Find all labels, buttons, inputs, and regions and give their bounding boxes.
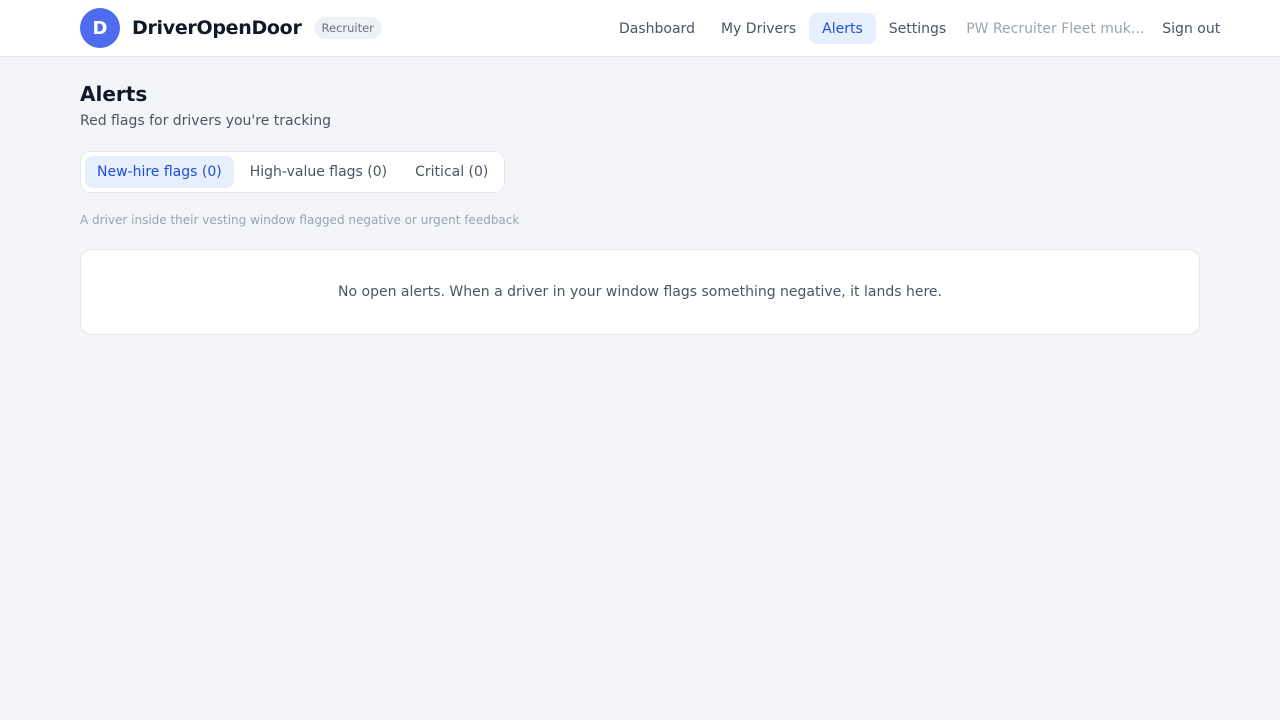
current-user-label: PW Recruiter Fleet muk... <box>966 20 1145 37</box>
nav-item-alerts[interactable]: Alerts <box>809 13 876 44</box>
tab-description: A driver inside their vesting window fla… <box>80 213 520 227</box>
logo-avatar: D <box>80 8 120 48</box>
tab-critical[interactable]: Critical (0) <box>403 156 500 188</box>
alert-tabs: New-hire flags (0) High-value flags (0) … <box>80 151 506 193</box>
page-subtitle: Red flags for drivers you're tracking <box>80 113 332 129</box>
nav-item-my-drivers[interactable]: My Drivers <box>708 13 809 44</box>
sign-out-button[interactable]: Sign out <box>1152 21 1230 37</box>
empty-state-message: No open alerts. When a driver in your wi… <box>338 284 942 300</box>
role-badge: Recruiter <box>313 17 382 39</box>
nav-item-settings[interactable]: Settings <box>876 13 959 44</box>
main-nav: Dashboard My Drivers Alerts Settings PW … <box>606 13 1230 44</box>
empty-state-card: No open alerts. When a driver in your wi… <box>80 249 1200 335</box>
tab-high-value-flags[interactable]: High-value flags (0) <box>238 156 399 188</box>
nav-item-dashboard[interactable]: Dashboard <box>606 13 708 44</box>
brand[interactable]: D DriverOpenDoor Recruiter <box>80 8 382 48</box>
tab-new-hire-flags[interactable]: New-hire flags (0) <box>85 156 234 188</box>
top-navbar: D DriverOpenDoor Recruiter Dashboard My … <box>0 0 1280 57</box>
page-title: Alerts <box>80 82 148 106</box>
brand-name: DriverOpenDoor <box>132 17 302 39</box>
